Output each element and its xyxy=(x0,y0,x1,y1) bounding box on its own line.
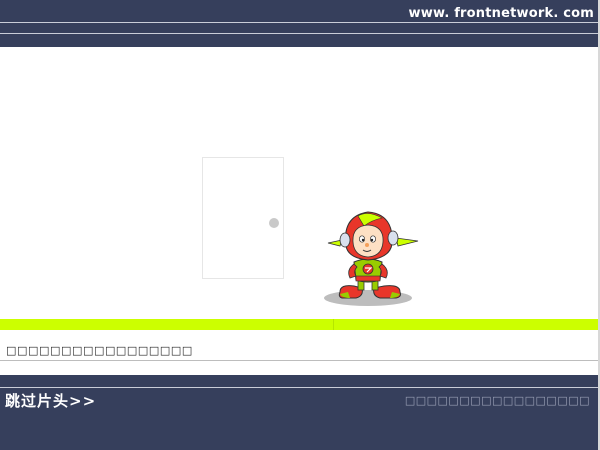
door-knob xyxy=(269,218,279,228)
cartoon-kid-icon xyxy=(324,211,419,306)
loading-status-text: □□□□□□□□□□□□□□□□□ xyxy=(6,344,193,357)
belt xyxy=(355,275,381,282)
left-earcup xyxy=(339,232,351,248)
site-url: www. frontnetwork. com xyxy=(408,6,594,21)
divider xyxy=(0,360,598,361)
accent-stripe xyxy=(0,319,598,330)
chest-badge xyxy=(362,263,374,275)
right-pupil xyxy=(370,238,374,242)
left-pupil xyxy=(361,238,365,242)
face xyxy=(352,224,384,258)
footer-note: □□□□□□□□□□□□□□□□□ xyxy=(404,394,590,407)
top-banner-line xyxy=(0,33,598,34)
door-icon xyxy=(202,157,284,279)
left-eye xyxy=(359,235,365,243)
right-eye xyxy=(370,235,376,243)
accent-stripe-divider xyxy=(333,319,334,330)
skip-intro-link[interactable]: 跳过片头>> xyxy=(5,390,96,411)
nose xyxy=(365,243,369,247)
top-banner-line xyxy=(0,22,598,23)
bottom-banner-line xyxy=(0,387,598,388)
right-tuft xyxy=(395,237,419,247)
right-earcup xyxy=(387,230,399,246)
